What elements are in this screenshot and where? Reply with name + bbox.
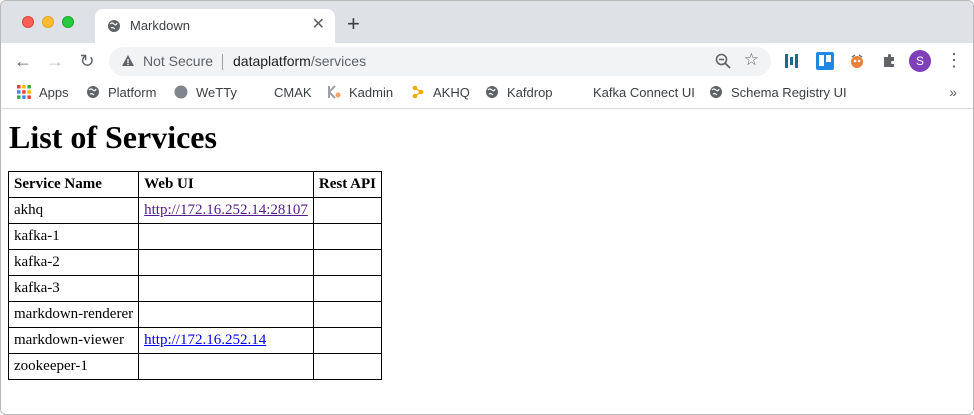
service-name-cell: markdown-renderer [7, 301, 140, 328]
column-header-rest-api: Rest API [312, 171, 382, 198]
globe-icon [87, 86, 99, 98]
bookmark-label: Kafdrop [507, 85, 553, 100]
extension-icon[interactable] [848, 52, 866, 70]
extension-icon[interactable] [782, 52, 800, 70]
url-host: dataplatform [233, 53, 311, 69]
bookmark-label: Platform [108, 85, 157, 100]
bookmark-akhq[interactable]: AKHQ [411, 85, 470, 100]
bookmark-label: Schema Registry UI [731, 85, 847, 100]
column-header-web-ui: Web UI [138, 171, 314, 198]
avatar[interactable]: S [909, 50, 931, 72]
web-ui-link[interactable]: http://172.16.252.14 [144, 332, 266, 348]
table-row: kafka-1 [7, 223, 382, 250]
rest-api-cell [312, 197, 382, 224]
bookmark-star-icon[interactable]: ☆ [744, 50, 759, 70]
service-name-cell: markdown-viewer [7, 327, 140, 354]
bookmark-label: CMAK [274, 85, 312, 100]
bookmark-label: Apps [39, 85, 69, 100]
globe-icon [108, 20, 120, 32]
service-name-cell: kafka-3 [7, 275, 140, 302]
apps-grid-icon [17, 85, 31, 99]
web-ui-cell [138, 275, 314, 302]
trello-icon[interactable] [816, 52, 834, 70]
rest-api-cell [312, 301, 382, 328]
page-title: List of Services [9, 119, 217, 155]
tab-strip: Markdown ✕ + [1, 1, 973, 43]
toolbar: ← → ↻ Not Secure dataplatform/services ☆ [1, 43, 973, 79]
not-secure-label[interactable]: Not Secure [143, 53, 213, 69]
bookmark-label: Kadmin [349, 85, 394, 100]
close-window-button[interactable] [22, 16, 34, 28]
kadmin-icon [328, 85, 341, 99]
bookmark-kafdrop[interactable]: Kafdrop [485, 85, 553, 100]
akhq-icon [412, 85, 424, 99]
bookmark-kafka-connect-ui[interactable]: Kafka Connect UI [593, 85, 695, 100]
more-bookmarks-button[interactable]: » [949, 84, 957, 100]
web-ui-cell [138, 249, 314, 276]
puzzle-piece-icon[interactable] [880, 52, 898, 70]
table-header-row: Service Name Web UI Rest API [7, 171, 382, 198]
web-ui-cell: http://172.16.252.14:28107 [138, 197, 314, 224]
web-ui-cell: http://172.16.252.14 [138, 327, 314, 354]
web-ui-cell [138, 301, 314, 328]
table-row: kafka-2 [7, 249, 382, 276]
bookmark-schema-registry-ui[interactable]: Schema Registry UI [709, 85, 847, 100]
tab-markdown[interactable]: Markdown ✕ [95, 9, 335, 43]
table-row: zookeeper-1 [7, 353, 382, 380]
url-path: /services [310, 53, 367, 69]
tab-title: Markdown [130, 18, 190, 33]
reload-button[interactable]: ↻ [75, 49, 99, 73]
web-ui-link[interactable]: http://172.16.252.14:28107 [144, 202, 308, 218]
bookmark-label: Kafka Connect UI [593, 85, 695, 100]
bookmarks-bar: Apps Platform WeTTy CMAK Kadmin AKHQ Kaf… [1, 79, 973, 109]
bookmark-cmak[interactable]: CMAK [274, 85, 312, 100]
bookmark-wetty[interactable]: WeTTy [174, 85, 237, 100]
rest-api-cell [312, 275, 382, 302]
services-table: Service Name Web UI Rest API akhq http:/… [7, 171, 382, 380]
table-row: markdown-renderer [7, 301, 382, 328]
circle-icon [174, 85, 188, 99]
omnibox-divider [222, 54, 223, 70]
rest-api-cell [312, 353, 382, 380]
bookmark-apps[interactable]: Apps [17, 85, 69, 100]
page-content: List of Services Service Name Web UI Res… [1, 110, 973, 414]
table-row: akhq http://172.16.252.14:28107 [7, 197, 382, 224]
address-bar[interactable]: Not Secure dataplatform/services ☆ [109, 47, 771, 76]
service-name-cell: zookeeper-1 [7, 353, 140, 380]
bookmark-label: WeTTy [196, 85, 237, 100]
forward-button[interactable]: → [43, 49, 67, 73]
more-menu-icon[interactable]: ⋮ [945, 48, 963, 72]
bookmark-label: AKHQ [433, 85, 470, 100]
zoom-icon[interactable] [715, 53, 731, 69]
new-tab-button[interactable]: + [347, 13, 360, 35]
bookmark-kadmin[interactable]: Kadmin [327, 85, 393, 100]
minimize-window-button[interactable] [42, 16, 54, 28]
service-name-cell: kafka-2 [7, 249, 140, 276]
table-row: markdown-viewer http://172.16.252.14 [7, 327, 382, 354]
rest-api-cell [312, 327, 382, 354]
globe-icon [710, 86, 722, 98]
service-name-cell: akhq [7, 197, 140, 224]
rest-api-cell [312, 249, 382, 276]
bookmark-platform[interactable]: Platform [86, 85, 156, 100]
warning-icon [122, 55, 134, 66]
web-ui-cell [138, 353, 314, 380]
maximize-window-button[interactable] [62, 16, 74, 28]
globe-icon [486, 86, 498, 98]
service-name-cell: kafka-1 [7, 223, 140, 250]
close-tab-icon[interactable]: ✕ [312, 17, 325, 33]
column-header-service-name: Service Name [7, 171, 140, 198]
back-button[interactable]: ← [11, 49, 35, 73]
rest-api-cell [312, 223, 382, 250]
browser-window: Markdown ✕ + ← → ↻ Not Secure dataplatfo… [0, 0, 974, 415]
url-text[interactable]: dataplatform/services [233, 53, 366, 69]
table-row: kafka-3 [7, 275, 382, 302]
web-ui-cell [138, 223, 314, 250]
